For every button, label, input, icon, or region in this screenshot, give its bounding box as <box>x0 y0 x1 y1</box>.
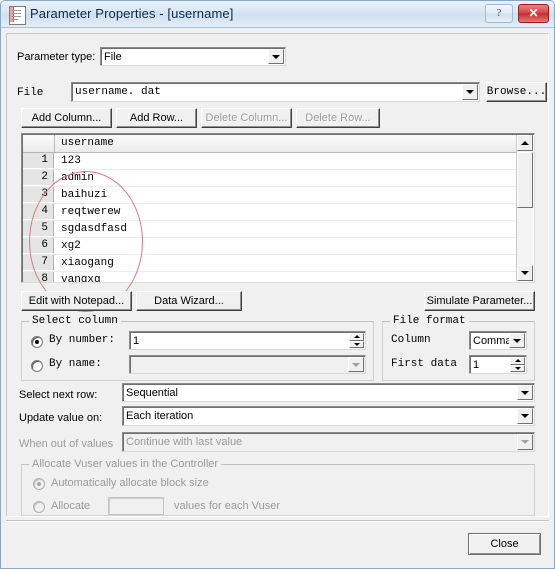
by-name-label: By name: <box>49 358 102 370</box>
table-row[interactable]: 7 xiaogang <box>23 255 517 272</box>
delete-row-button[interactable]: Delete Row... <box>296 108 380 128</box>
dialog-client-area: Parameter type: File File username. dat … <box>1 28 554 568</box>
browse-button[interactable]: Browse... <box>486 82 547 102</box>
row-number-cell[interactable]: 5 <box>23 221 54 237</box>
parameter-type-select[interactable]: File <box>100 47 286 66</box>
column-format-select[interactable]: Comma <box>469 331 527 350</box>
table-row[interactable]: 2 admin <box>23 170 517 187</box>
update-value-on-label: Update value on: <box>19 412 103 424</box>
scrollbar-thumb[interactable] <box>517 152 533 208</box>
allocate-values-suffix-label: values for each Vuser <box>174 500 280 512</box>
footer-divider <box>6 520 549 522</box>
when-out-of-values-value: Continue with last value <box>126 436 243 448</box>
by-number-radio[interactable] <box>31 336 43 348</box>
delete-column-button[interactable]: Delete Column... <box>201 108 292 128</box>
select-next-row-value: Sequential <box>126 386 178 399</box>
chevron-down-icon[interactable] <box>348 357 364 372</box>
row-value-cell[interactable]: baihuzi <box>61 187 107 203</box>
table-row[interactable]: 8 yangxg <box>23 272 517 282</box>
close-button[interactable]: Close <box>468 533 541 555</box>
row-value-cell[interactable]: xiaogang <box>61 255 114 271</box>
select-next-row-label: Select next row: <box>19 389 98 401</box>
add-row-button[interactable]: Add Row... <box>116 108 197 128</box>
by-name-radio[interactable] <box>31 360 43 372</box>
edit-with-notepad-button[interactable]: Edit with Notepad... <box>21 291 132 311</box>
grid-body: 1 123 2 admin 3 baihuzi 4 reqtwerew 5 sgdasdfasd 6… <box>23 153 517 282</box>
row-number-cell[interactable]: 8 <box>23 272 54 282</box>
row-value-cell[interactable]: reqtwerew <box>61 204 120 220</box>
parameter-type-label: Parameter type: <box>17 51 96 63</box>
update-value-on-value: Each iteration <box>126 410 194 422</box>
table-row[interactable]: 3 baihuzi <box>23 187 517 204</box>
table-row[interactable]: 6 xg2 <box>23 238 517 255</box>
allocate-values-input[interactable] <box>108 497 164 515</box>
by-number-label: By number: <box>49 334 116 346</box>
row-value-cell[interactable]: sgdasdfasd <box>61 221 127 237</box>
file-format-caption: File format <box>390 315 469 327</box>
parameter-type-value: File <box>104 50 122 63</box>
chevron-down-icon[interactable] <box>517 434 533 450</box>
file-label: File <box>17 87 44 99</box>
update-value-on-select[interactable]: Each iteration <box>122 406 535 426</box>
row-number-cell[interactable]: 4 <box>23 204 54 220</box>
by-number-input[interactable]: 1 <box>129 331 366 350</box>
select-column-caption: Select column <box>29 315 121 327</box>
parameter-properties-window: Parameter Properties - [username] ? ✕ Pa… <box>0 0 555 569</box>
auto-allocate-label: Automatically allocate block size <box>51 477 209 489</box>
row-number-cell[interactable]: 2 <box>23 170 54 186</box>
table-row[interactable]: 1 123 <box>23 153 517 170</box>
row-value-cell[interactable]: yangxg <box>61 272 101 282</box>
column-format-value: Comma <box>473 334 512 347</box>
row-number-cell[interactable]: 3 <box>23 187 54 203</box>
chevron-down-icon[interactable] <box>517 408 533 424</box>
manual-allocate-label: Allocate <box>51 500 91 512</box>
row-number-cell[interactable]: 7 <box>23 255 54 271</box>
first-data-input[interactable]: 1 <box>469 355 527 374</box>
chevron-down-icon[interactable] <box>509 333 525 348</box>
row-value-cell[interactable]: xg2 <box>61 238 81 254</box>
when-out-of-values-label: When out of values <box>19 438 114 450</box>
dialog-inner-panel: Parameter type: File File username. dat … <box>6 33 549 517</box>
row-number-cell[interactable]: 6 <box>23 238 54 254</box>
row-value-cell[interactable]: admin <box>61 170 94 186</box>
parameter-data-grid[interactable]: username 1 123 2 admin 3 baihuzi 4 reqtwerew 5 sg… <box>21 133 535 283</box>
file-value: username. dat <box>75 86 161 98</box>
chevron-down-icon[interactable] <box>517 385 533 400</box>
column-format-label: Column <box>391 334 431 346</box>
select-next-row-select[interactable]: Sequential <box>122 383 535 402</box>
document-icon <box>9 6 26 25</box>
grid-column-header-username[interactable]: username <box>61 137 114 149</box>
add-column-button[interactable]: Add Column... <box>21 108 112 128</box>
grid-corner-cell <box>23 135 55 152</box>
manual-allocate-radio[interactable] <box>33 501 45 513</box>
window-titlebar: Parameter Properties - [username] ? ✕ <box>1 1 554 28</box>
chevron-down-icon[interactable] <box>268 49 284 64</box>
scroll-up-icon[interactable] <box>517 135 533 151</box>
grid-header-row: username <box>23 135 517 153</box>
first-data-label: First data <box>391 358 458 370</box>
data-wizard-button[interactable]: Data Wizard... <box>136 291 242 311</box>
close-window-button[interactable]: ✕ <box>518 4 549 23</box>
allocate-vuser-caption: Allocate Vuser values in the Controller <box>29 458 222 470</box>
row-value-cell[interactable]: 123 <box>61 153 81 169</box>
when-out-of-values-select[interactable]: Continue with last value <box>122 432 535 452</box>
by-number-value: 1 <box>133 334 140 347</box>
first-data-value: 1 <box>473 358 480 371</box>
by-name-select[interactable] <box>129 355 366 374</box>
help-button[interactable]: ? <box>485 4 513 23</box>
file-combo[interactable]: username. dat <box>71 82 480 102</box>
simulate-parameter-button[interactable]: Simulate Parameter... <box>424 291 535 311</box>
first-data-stepper[interactable] <box>510 357 525 372</box>
table-row[interactable]: 5 sgdasdfasd <box>23 221 517 238</box>
window-title: Parameter Properties - [username] <box>30 6 234 21</box>
auto-allocate-radio[interactable] <box>33 478 45 490</box>
scroll-down-icon[interactable] <box>517 265 533 281</box>
row-number-cell[interactable]: 1 <box>23 153 54 169</box>
table-row[interactable]: 4 reqtwerew <box>23 204 517 221</box>
by-number-stepper[interactable] <box>349 333 364 348</box>
grid-vertical-scrollbar[interactable] <box>516 135 533 281</box>
chevron-down-icon[interactable] <box>462 84 478 100</box>
